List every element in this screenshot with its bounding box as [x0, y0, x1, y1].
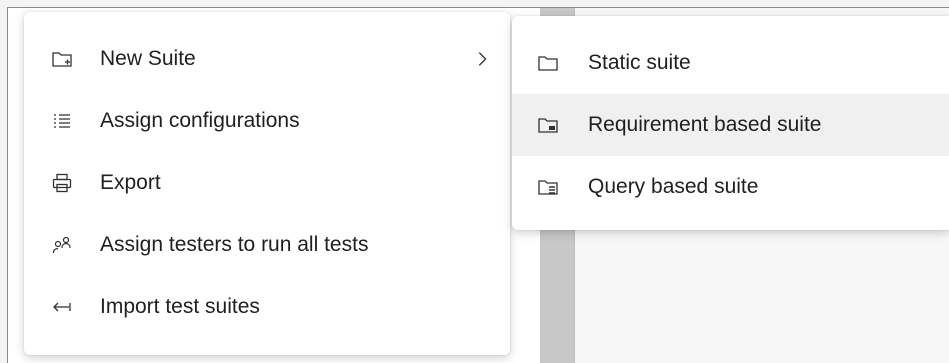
- menu-item-assign-testers[interactable]: Assign testers to run all tests: [24, 214, 510, 276]
- menu-item-assign-configurations[interactable]: Assign configurations: [24, 90, 510, 152]
- menu-item-label: Assign configurations: [100, 109, 300, 132]
- menu-item-import-test-suites[interactable]: Import test suites: [24, 276, 510, 338]
- menu-item-label: Assign testers to run all tests: [100, 233, 369, 256]
- query-suite-icon: [536, 175, 560, 199]
- printer-icon: [50, 171, 74, 195]
- menu-item-label: New Suite: [100, 47, 196, 70]
- import-arrow-icon: [50, 295, 74, 319]
- submenu-item-query-based-suite[interactable]: Query based suite: [512, 156, 949, 218]
- submenu-item-requirement-based-suite[interactable]: Requirement based suite: [512, 94, 949, 156]
- menu-item-new-suite[interactable]: New Suite: [24, 28, 510, 90]
- submenu-item-label: Static suite: [588, 51, 691, 74]
- new-suite-submenu: Static suite Requirement based suite Que…: [512, 16, 949, 230]
- menu-item-export[interactable]: Export: [24, 152, 510, 214]
- context-menu: New Suite Assign configurations Export A…: [24, 12, 510, 355]
- menu-item-label: Export: [100, 171, 161, 194]
- folder-icon: [536, 51, 560, 75]
- requirement-suite-icon: [536, 113, 560, 137]
- menu-item-label: Import test suites: [100, 295, 260, 318]
- submenu-item-static-suite[interactable]: Static suite: [512, 32, 949, 94]
- people-icon: [50, 233, 74, 257]
- chevron-right-icon: [472, 49, 492, 69]
- submenu-item-label: Query based suite: [588, 175, 759, 198]
- list-icon: [50, 109, 74, 133]
- new-suite-folder-icon: [50, 47, 74, 71]
- submenu-item-label: Requirement based suite: [588, 113, 822, 136]
